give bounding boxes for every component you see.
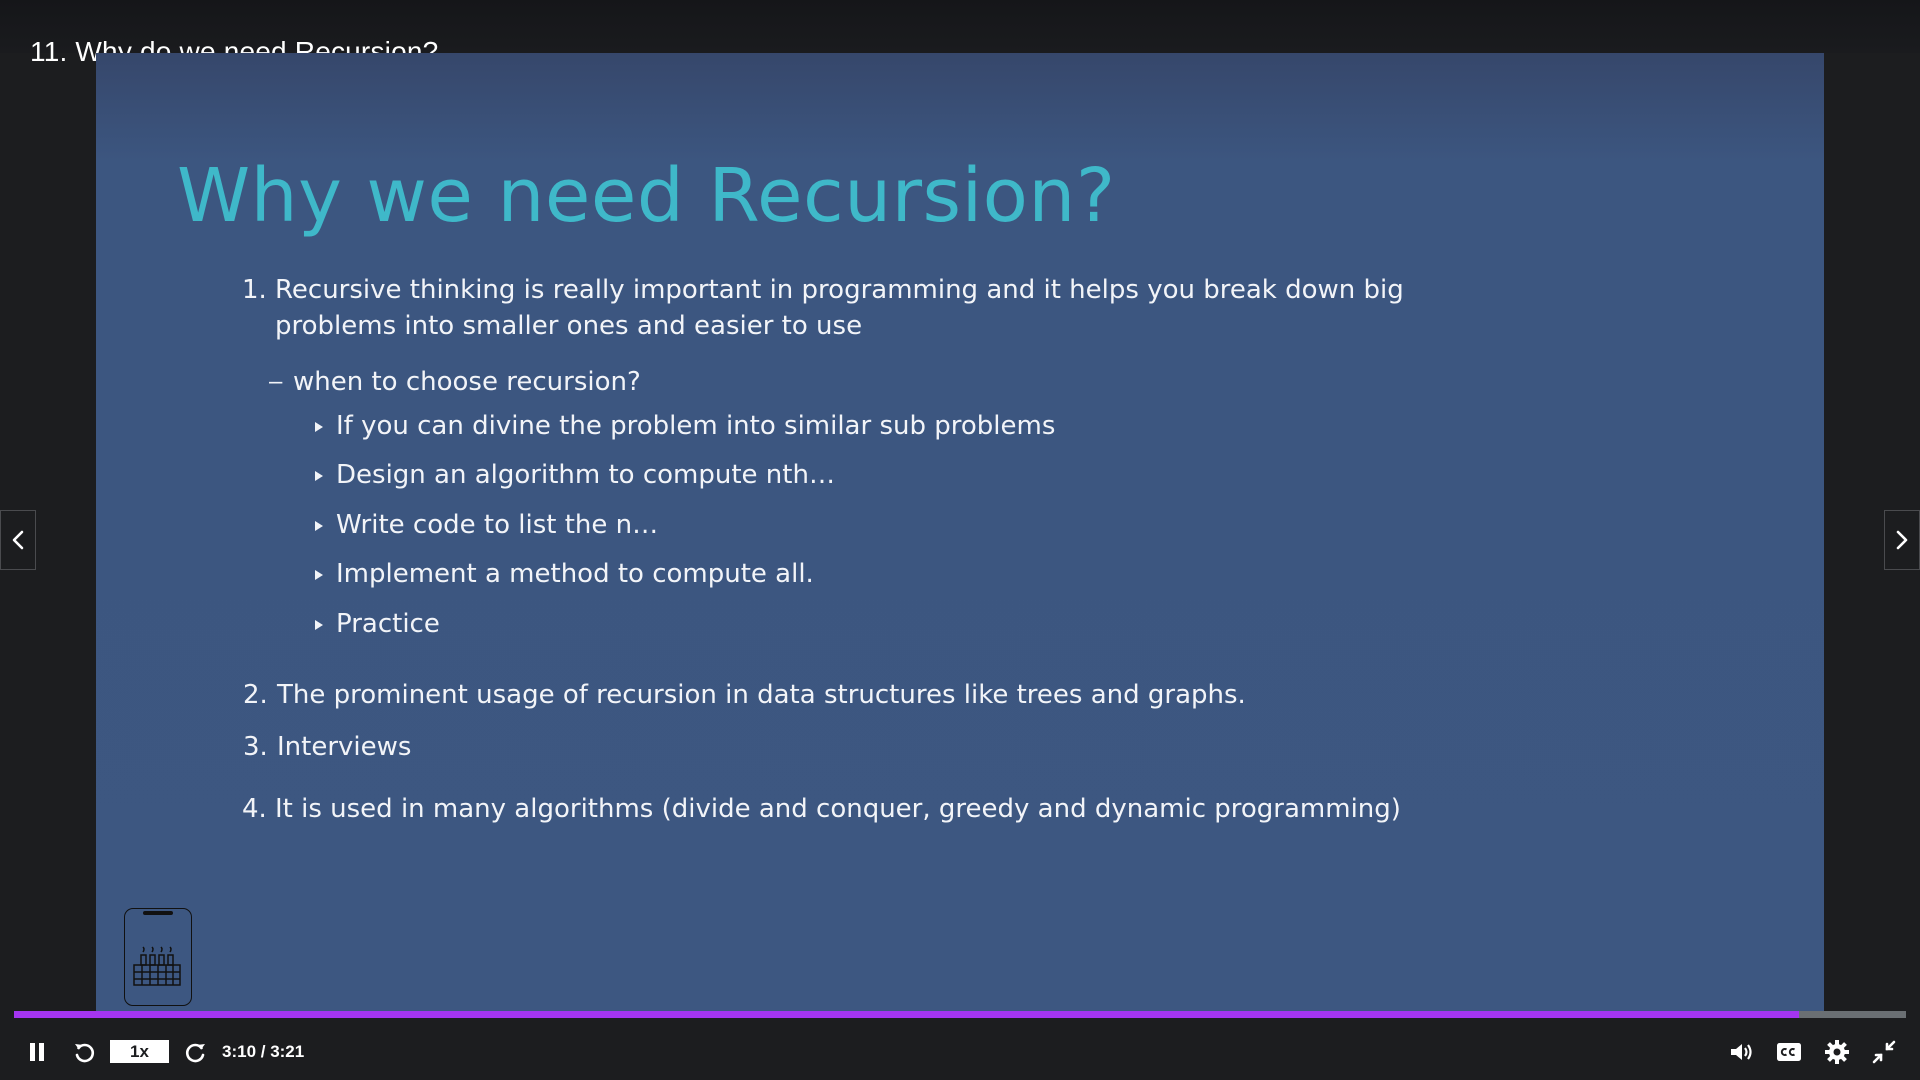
item-4-text: It is used in many algorithms (divide an… [275, 794, 1401, 824]
progress-bar[interactable] [14, 1011, 1906, 1018]
sub-dash: – [269, 368, 283, 395]
item-1-line-1: Recursive thinking is really important i… [275, 275, 1404, 305]
bullet-item: If you can divine the problem into simil… [336, 411, 1056, 441]
chevron-left-icon [12, 530, 24, 550]
bullet-item: Design an algorithm to compute nth… [336, 460, 835, 490]
bullet-marker [315, 521, 323, 531]
forward-icon [185, 1043, 205, 1063]
forward-button[interactable] [183, 1039, 209, 1065]
settings-button[interactable] [1822, 1037, 1852, 1067]
slide: Why we need Recursion? 1. Recursive thin… [96, 53, 1824, 1025]
player-controls: 1x 3:10 / 3:21 [0, 1011, 1920, 1080]
next-lecture-button[interactable] [1884, 510, 1920, 570]
exit-fullscreen-button[interactable] [1870, 1038, 1898, 1066]
volume-icon [1731, 1044, 1752, 1060]
bullet-item: Practice [336, 609, 440, 639]
phone-notch [143, 911, 173, 915]
captions-icon [1777, 1043, 1801, 1061]
bullet-item: Implement a method to compute all. [336, 559, 814, 589]
item-number-2: 2. [243, 680, 268, 710]
exit-fullscreen-icon [1872, 1040, 1896, 1064]
item-1-line-2: problems into smaller ones and easier to… [275, 311, 863, 341]
bullet-marker [315, 422, 323, 432]
playback-speed-button[interactable]: 1x [110, 1040, 169, 1063]
bullet-marker [315, 620, 323, 630]
item-number-4: 4. [242, 794, 267, 824]
settings-icon [1825, 1040, 1849, 1064]
slide-title: Why we need Recursion? [177, 153, 1116, 239]
time-display: 3:10 / 3:21 [222, 1042, 305, 1061]
rewind-icon [75, 1043, 95, 1063]
pause-button[interactable] [24, 1039, 50, 1065]
chevron-right-icon [1896, 530, 1908, 550]
item-number-1: 1. [242, 275, 267, 305]
volume-button[interactable] [1728, 1038, 1756, 1066]
progress-fill [14, 1011, 1799, 1018]
item-number-3: 3. [243, 732, 268, 762]
item-2-text: The prominent usage of recursion in data… [277, 680, 1246, 710]
phone-icon [124, 908, 192, 1006]
pause-icon [30, 1043, 44, 1061]
item-3-text: Interviews [277, 732, 412, 762]
previous-lecture-button[interactable] [0, 510, 36, 570]
bullet-marker [315, 570, 323, 580]
captions-button[interactable] [1775, 1038, 1803, 1066]
bullet-item: Write code to list the n… [336, 510, 659, 540]
bullet-marker [315, 471, 323, 481]
factory-icon [133, 946, 181, 986]
sub-heading: when to choose recursion? [293, 367, 641, 397]
rewind-button[interactable] [71, 1039, 97, 1065]
